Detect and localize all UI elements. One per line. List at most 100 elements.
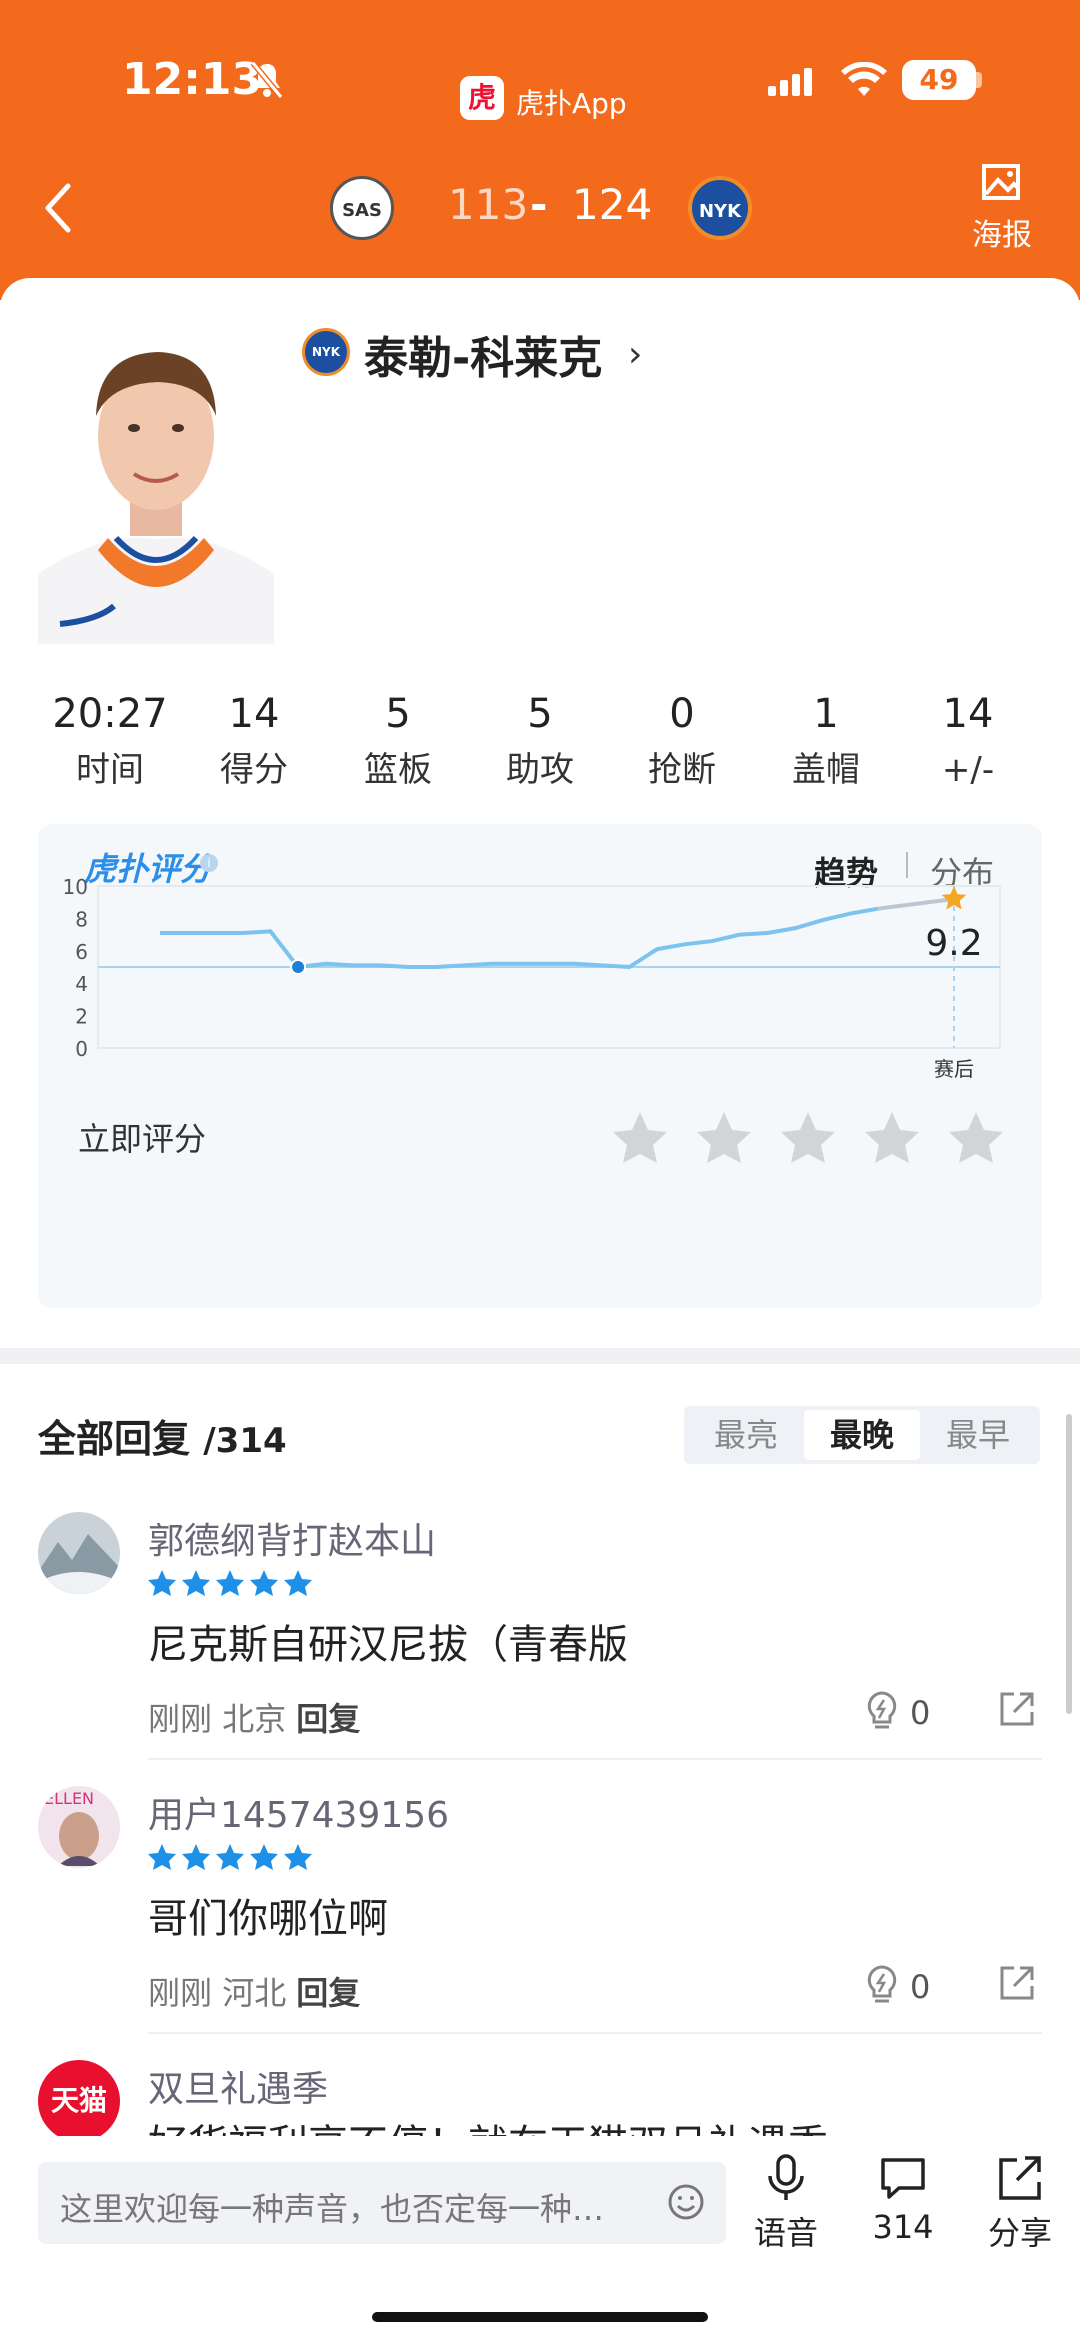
- comment-location: 河北: [222, 1974, 287, 2012]
- battery-indicator: 49: [902, 60, 976, 100]
- poster-label[interactable]: 海报: [972, 210, 1032, 254]
- top-header: 12:13 虎 虎扑App 49 SAS 113 - 124 NYK 海报: [0, 0, 1080, 300]
- stat-label: 助攻: [506, 750, 574, 790]
- stat-value: 5: [527, 691, 553, 737]
- away-score: 124: [572, 180, 653, 229]
- app-badge-icon[interactable]: 虎: [460, 76, 504, 120]
- lightbulb-like-icon[interactable]: [864, 1964, 900, 2004]
- like-count: 0: [910, 1968, 931, 2006]
- player-card: NYK 泰勒-科莱克 › 20:27 时间 14 得分 5 篮板 5 助攻 0 抢断 1 盖…: [0, 278, 1080, 1348]
- x-end-label: 赛后: [934, 1057, 974, 1081]
- rating-stars: [613, 1112, 1003, 1163]
- ad-item[interactable]: 天猫 双旦礼遇季 好货福利享不停！就在天猫双旦礼遇季: [0, 2060, 1080, 2136]
- stat-label: 得分: [220, 750, 288, 790]
- status-bar: 12:13 虎 虎扑App 49: [0, 40, 1080, 120]
- comments-title: 全部回复: [38, 1417, 191, 1461]
- rate-star-3[interactable]: [781, 1112, 835, 1163]
- player-team-logo: NYK: [302, 328, 350, 376]
- comment-meta: 刚刚 河北 回复: [148, 1968, 360, 2014]
- comments-count: /314: [203, 1421, 287, 1461]
- sort-earliest[interactable]: 最早: [920, 1410, 1036, 1460]
- share-button[interactable]: 分享: [970, 2154, 1070, 2254]
- comment-bubble-icon: [881, 2158, 925, 2199]
- comment-rating-stars: [148, 1844, 312, 1870]
- ad-text[interactable]: 好货福利享不停！就在天猫双旦礼遇季: [148, 2112, 828, 2136]
- sort-latest[interactable]: 最晚: [804, 1410, 920, 1460]
- comments-count-label: 314: [872, 2208, 934, 2246]
- y-tick-label: 4: [75, 972, 88, 996]
- comment-meta: 刚刚 北京 回复: [148, 1694, 360, 1740]
- battery-cap: [976, 72, 982, 88]
- scrollbar[interactable]: [1066, 1414, 1072, 1714]
- home-indicator[interactable]: [372, 2312, 708, 2322]
- final-star-icon: [941, 886, 967, 910]
- poster-image-icon[interactable]: [980, 160, 1024, 204]
- rate-star-2[interactable]: [697, 1112, 751, 1163]
- stat-label: 时间: [76, 750, 144, 790]
- comment-username[interactable]: 用户1457439156: [148, 1786, 449, 1838]
- share-icon[interactable]: [998, 1690, 1036, 1728]
- emoji-icon[interactable]: [666, 2182, 706, 2222]
- comment-rating-stars: [148, 1570, 312, 1596]
- app-name[interactable]: 虎扑App: [516, 82, 627, 122]
- comment-location: 北京: [222, 1700, 287, 1738]
- player-name[interactable]: 泰勒-科莱克: [364, 322, 602, 386]
- rating-line: [160, 906, 879, 970]
- ad-title[interactable]: 双旦礼遇季: [148, 2060, 328, 2112]
- reply-button[interactable]: 回复: [296, 1700, 360, 1738]
- microphone-icon: [768, 2154, 804, 2200]
- comments-header: 全部回复 /314: [38, 1408, 287, 1463]
- stat-value: 14: [942, 691, 994, 737]
- bell-muted-icon: [250, 61, 284, 99]
- rate-star-4[interactable]: [865, 1112, 919, 1163]
- share-icon[interactable]: [998, 1964, 1036, 2002]
- stat-minutes: 20:27 时间: [50, 686, 170, 798]
- player-photo[interactable]: [38, 324, 274, 644]
- stat-rebounds: 5 篮板: [338, 686, 458, 798]
- info-icon[interactable]: i: [200, 854, 218, 872]
- like-count: 0: [910, 1694, 931, 1732]
- comments-button[interactable]: 314: [853, 2154, 953, 2246]
- avatar[interactable]: [38, 1512, 120, 1594]
- comment-text: 哥们你哪位啊: [148, 1896, 388, 1942]
- stat-plus-minus: 14 +/-: [908, 686, 1028, 798]
- comment-input[interactable]: 这里欢迎每一种声音，也否定每一种…: [38, 2162, 726, 2244]
- final-rating-value: 9.2: [925, 923, 982, 964]
- stat-label: 篮板: [364, 750, 432, 790]
- voice-button[interactable]: 语音: [736, 2154, 836, 2254]
- comment-text: 尼克斯自研汉尼拔（青春版: [148, 1622, 628, 1668]
- rate-star-5[interactable]: [949, 1112, 1003, 1163]
- game-nav: SAS 113 - 124 NYK 海报: [0, 150, 1080, 270]
- share-icon: [999, 2156, 1041, 2200]
- sort-brightest[interactable]: 最亮: [688, 1410, 804, 1460]
- status-time: 12:13: [122, 54, 263, 105]
- stat-steals: 0 抢断: [622, 686, 742, 798]
- comment-divider: [148, 1758, 1042, 1760]
- wifi-icon: [841, 62, 887, 96]
- lightbulb-like-icon[interactable]: [864, 1690, 900, 1730]
- chevron-right-icon[interactable]: ›: [628, 334, 642, 375]
- stat-label: 盖帽: [792, 750, 860, 790]
- comment-divider: [148, 2032, 1042, 2034]
- share-label: 分享: [987, 2214, 1052, 2252]
- final-segment: [877, 896, 955, 911]
- avatar[interactable]: ELLEN: [38, 1786, 120, 1868]
- stat-points: 14 得分: [194, 686, 314, 798]
- rating-panel: 虎扑评分 i 趋势 分布 0 2 4 6 8 10 9.2 赛后 立即评分: [38, 824, 1042, 1308]
- away-team-logo[interactable]: NYK: [688, 176, 752, 240]
- y-tick-label: 0: [75, 1037, 88, 1061]
- player-stats: 20:27 时间 14 得分 5 篮板 5 助攻 0 抢断 1 盖帽 14 +/-: [0, 686, 1080, 806]
- home-score: 113: [448, 180, 529, 229]
- rate-star-1[interactable]: [613, 1112, 667, 1163]
- cellular-signal-icon: [768, 68, 812, 96]
- comment-time: 刚刚: [148, 1700, 213, 1738]
- stat-label: 抢断: [648, 750, 716, 790]
- y-tick-label: 6: [75, 940, 88, 964]
- home-team-logo[interactable]: SAS: [330, 176, 394, 240]
- reply-button[interactable]: 回复: [296, 1974, 360, 2012]
- min-point: [290, 959, 307, 975]
- comment-username[interactable]: 郭德纲背打赵本山: [148, 1512, 436, 1564]
- section-divider: [0, 1348, 1080, 1364]
- tmall-avatar[interactable]: 天猫: [38, 2060, 120, 2136]
- back-arrow-icon[interactable]: [40, 180, 76, 236]
